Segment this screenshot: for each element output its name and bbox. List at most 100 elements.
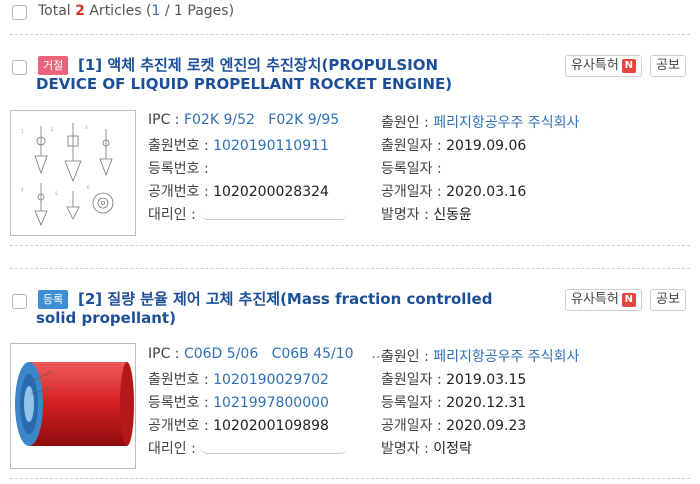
result-index: [1] xyxy=(78,56,103,74)
application-number-link[interactable]: 1020190029702 xyxy=(213,372,329,388)
similar-patent-button[interactable]: 유사특허 N xyxy=(565,55,642,77)
registration-number-label: 등록번호 : xyxy=(148,161,209,177)
ipc-code-link[interactable]: F02K 9/52 xyxy=(184,112,255,128)
ipc-code-link[interactable]: C06D 5/06 xyxy=(184,346,258,362)
ipc-code-link[interactable]: C06B 45/10 xyxy=(272,346,354,362)
divider xyxy=(10,34,690,35)
agent-row: 대리인 : xyxy=(148,204,349,224)
patent-drawing-thumbnail[interactable] xyxy=(10,343,136,469)
result-checkbox[interactable] xyxy=(12,60,27,75)
result-title-line2: solid propellant) xyxy=(36,309,176,327)
similar-patent-label: 유사특허 xyxy=(571,292,619,307)
similar-patent-button[interactable]: 유사특허 N xyxy=(565,289,642,311)
application-number-link[interactable]: 1020190110911 xyxy=(213,138,329,154)
redacted-agent xyxy=(200,444,349,454)
application-date-row: 출원일자 : 2019.09.06 xyxy=(381,135,526,155)
applicant-link[interactable]: 페리지항공우주 주식회사 xyxy=(433,349,579,365)
ipc-row: IPC : F02K 9/52 F02K 9/95 xyxy=(148,112,339,128)
inventor-row: 발명자 : 이정락 xyxy=(381,438,472,458)
agent-label: 대리인 : xyxy=(148,441,196,457)
rocket-engine-drawing-icon: 1 2 3 4 5 6 xyxy=(21,123,114,227)
application-number-label: 출원번호 : xyxy=(148,138,209,154)
ipc-code-link[interactable]: F02K 9/95 xyxy=(268,112,339,128)
applicant-label: 출원인 : xyxy=(381,349,429,365)
summary-articles-label: Articles xyxy=(89,3,142,19)
publication-number-row: 공개번호 : 1020200109898 xyxy=(148,415,329,435)
registration-date-label: 등록일자 : xyxy=(381,161,442,177)
registration-date-value: 2020.12.31 xyxy=(446,395,527,411)
registration-date-label: 등록일자 : xyxy=(381,395,442,411)
inventor-row: 발명자 : 신동윤 xyxy=(381,204,472,224)
divider xyxy=(10,478,690,479)
publication-label: 공보 xyxy=(656,292,680,307)
inventor-label: 발명자 : xyxy=(381,207,429,223)
publication-number-row: 공개번호 : 1020200028324 xyxy=(148,181,329,201)
application-number-row: 출원번호 : 1020190110911 xyxy=(148,135,329,155)
inventor-label: 발명자 : xyxy=(381,441,429,457)
publication-date-row: 공개일자 : 2020.03.16 xyxy=(381,181,526,201)
application-date-row: 출원일자 : 2019.03.15 xyxy=(381,369,526,389)
result-title-line2: DEVICE OF LIQUID PROPELLANT ROCKET ENGIN… xyxy=(36,75,453,93)
result-title-link[interactable]: [2] 질량 분율 제어 고체 추진제(Mass fraction contro… xyxy=(36,290,556,328)
application-number-label: 출원번호 : xyxy=(148,372,209,388)
inventor-value: 신동윤 xyxy=(433,207,472,223)
result-checkbox[interactable] xyxy=(12,294,27,309)
svg-text:5: 5 xyxy=(55,191,58,196)
publication-date-label: 공개일자 : xyxy=(381,184,442,200)
registration-number-row: 등록번호 : xyxy=(148,158,209,178)
summary-total-label: Total xyxy=(38,3,71,19)
ipc-label: IPC : xyxy=(148,346,180,362)
registration-date-row: 등록일자 : xyxy=(381,158,442,178)
propellant-grain-drawing-icon xyxy=(15,362,134,446)
svg-text:4: 4 xyxy=(21,187,24,192)
summary-page-total: / 1 Pages) xyxy=(164,3,235,19)
applicant-row: 출원인 : 페리지항공우주 주식회사 xyxy=(381,346,579,366)
ipc-row: IPC : C06D 5/06 C06B 45/10 ..... xyxy=(148,346,394,362)
redacted-agent xyxy=(200,210,349,220)
publication-number-value: 1020200028324 xyxy=(213,184,329,200)
registration-date-row: 등록일자 : 2020.12.31 xyxy=(381,392,526,412)
publication-number-value: 1020200109898 xyxy=(213,418,329,434)
publication-number-label: 공개번호 : xyxy=(148,184,209,200)
result-index: [2] xyxy=(78,290,103,308)
new-badge-icon: N xyxy=(621,293,636,307)
agent-row: 대리인 : xyxy=(148,438,349,458)
patent-drawing-thumbnail[interactable]: 1 2 3 4 5 6 xyxy=(10,110,136,236)
select-all-checkbox[interactable] xyxy=(12,5,27,20)
publication-date-label: 공개일자 : xyxy=(381,418,442,434)
result-title-line1: 질량 분율 제어 고체 추진제(Mass fraction controlled xyxy=(107,290,493,308)
publication-date-value: 2020.03.16 xyxy=(446,184,527,200)
applicant-row: 출원인 : 페리지항공우주 주식회사 xyxy=(381,112,579,132)
new-badge-icon: N xyxy=(621,59,636,73)
publication-label: 공보 xyxy=(656,58,680,73)
application-date-value: 2019.09.06 xyxy=(446,138,527,154)
publication-button[interactable]: 공보 xyxy=(650,55,686,77)
summary-current-page: 1 xyxy=(151,3,161,19)
svg-text:2: 2 xyxy=(51,127,54,132)
divider xyxy=(10,268,690,269)
publication-button[interactable]: 공보 xyxy=(650,289,686,311)
application-date-label: 출원일자 : xyxy=(381,138,442,154)
registration-number-label: 등록번호 : xyxy=(148,395,209,411)
agent-label: 대리인 : xyxy=(148,207,196,223)
ipc-label: IPC : xyxy=(148,112,180,128)
publication-number-label: 공개번호 : xyxy=(148,418,209,434)
publication-date-row: 공개일자 : 2020.09.23 xyxy=(381,415,526,435)
registration-number-link[interactable]: 1021997800000 xyxy=(213,395,329,411)
svg-text:6: 6 xyxy=(87,185,90,190)
publication-date-value: 2020.09.23 xyxy=(446,418,527,434)
results-summary: Total 2 Articles (1 / 1 Pages) xyxy=(38,3,234,19)
similar-patent-label: 유사특허 xyxy=(571,58,619,73)
application-date-value: 2019.03.15 xyxy=(446,372,527,388)
result-title-link[interactable]: [1] 액체 추진제 로켓 엔진의 추진장치(PROPULSION DEVICE… xyxy=(36,56,556,94)
application-number-row: 출원번호 : 1020190029702 xyxy=(148,369,329,389)
applicant-label: 출원인 : xyxy=(381,115,429,131)
application-date-label: 출원일자 : xyxy=(381,372,442,388)
svg-text:3: 3 xyxy=(85,125,88,130)
registration-number-row: 등록번호 : 1021997800000 xyxy=(148,392,329,412)
summary-count: 2 xyxy=(75,3,85,19)
svg-text:1: 1 xyxy=(21,129,24,134)
applicant-link[interactable]: 페리지항공우주 주식회사 xyxy=(433,115,579,131)
result-title-line1: 액체 추진제 로켓 엔진의 추진장치(PROPULSION xyxy=(107,56,439,74)
divider xyxy=(10,245,690,246)
